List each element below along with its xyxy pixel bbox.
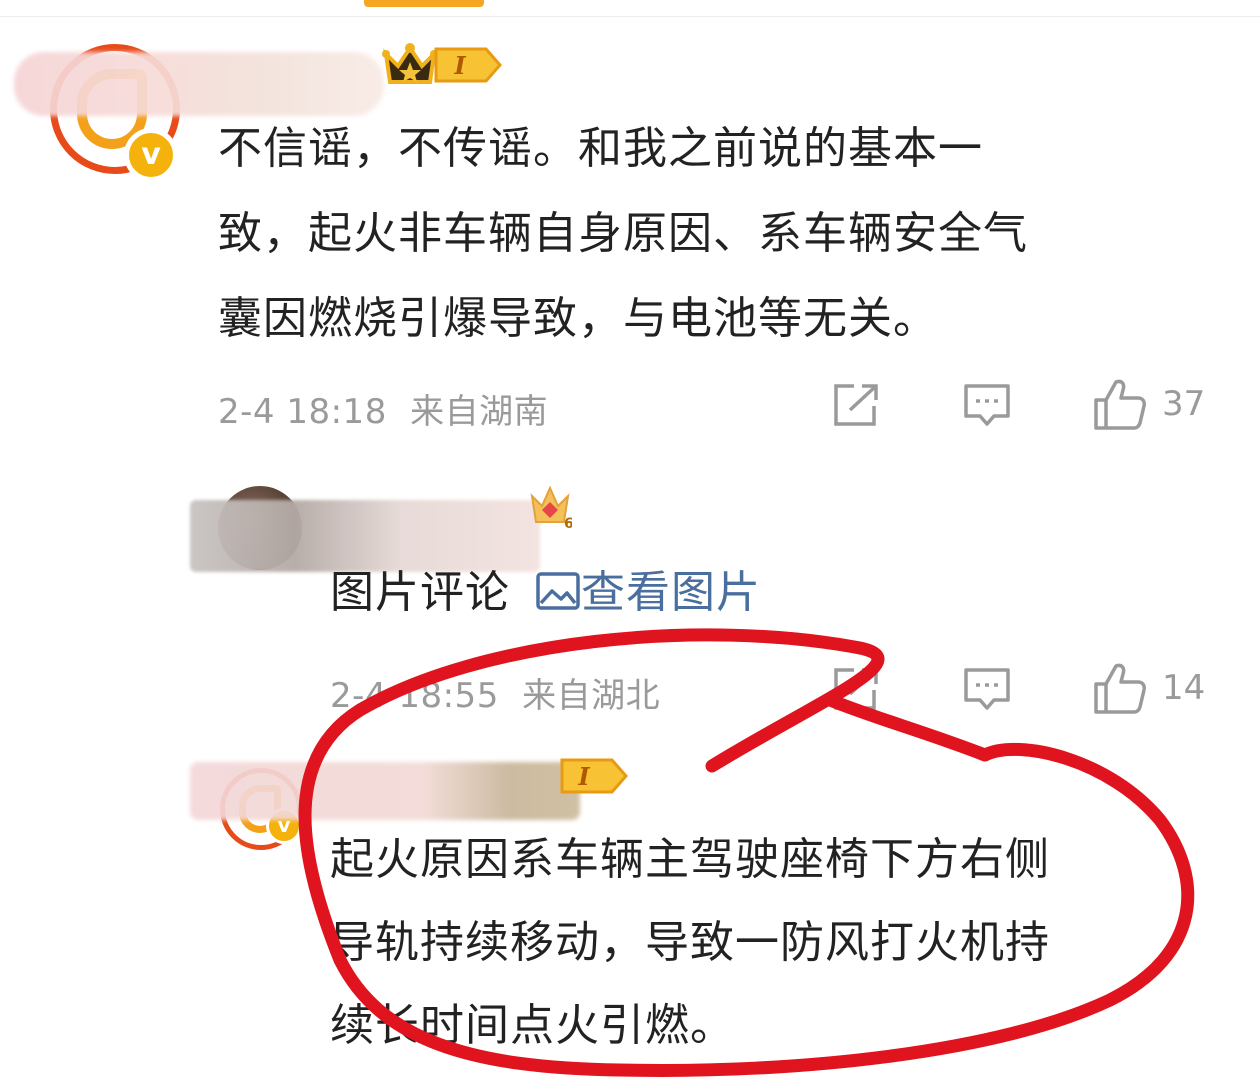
- svg-text:6: 6: [564, 516, 572, 530]
- comment-location: 来自湖南: [410, 392, 549, 432]
- like-count: 37: [1162, 384, 1206, 424]
- member-badge: I: [560, 756, 630, 796]
- top-divider: [0, 16, 1260, 17]
- share-button[interactable]: [830, 382, 880, 428]
- view-image-text[interactable]: 查看图片: [581, 567, 761, 618]
- comment-text: 图片评论 查看图片: [330, 550, 1210, 635]
- crown-icon: 6: [530, 485, 572, 530]
- comment-image-label: 图片评论: [330, 567, 510, 618]
- comment-line-1: 不信谣，不传谣。和我之前说的基本一: [218, 123, 983, 174]
- member-badge: I: [382, 40, 504, 90]
- comment-button[interactable]: [962, 382, 1012, 430]
- comment-line-2: 导轨持续移动，导致一防风打火机持: [330, 917, 1050, 968]
- comment-line-1: 起火原因系车辆主驾驶座椅下方右侧: [330, 834, 1050, 885]
- share-button[interactable]: [830, 666, 880, 712]
- level-badge: I: [434, 47, 502, 83]
- thumbs-up-icon: [1094, 663, 1146, 714]
- comment-icon: [964, 384, 1010, 426]
- comment-meta: 2-4 18:55 来自湖北: [330, 668, 660, 717]
- like-button[interactable]: 37: [1092, 376, 1205, 432]
- top-tab-indicator: [364, 0, 484, 7]
- like-count: 14: [1162, 668, 1206, 708]
- svg-text:I: I: [577, 762, 590, 791]
- share-icon: [834, 668, 878, 710]
- comment-date: 2-4 18:55: [330, 676, 499, 716]
- view-image-link[interactable]: 查看图片: [535, 567, 761, 618]
- level-badge: I: [560, 758, 628, 794]
- comment-line-2: 致，起火非车辆自身原因、系车辆安全气: [218, 208, 1028, 259]
- comment-text: 起火原因系车辆主驾驶座椅下方右侧 导轨持续移动，导致一防风打火机持 续长时间点火…: [330, 818, 1210, 1067]
- comment-date: 2-4 18:18: [218, 392, 387, 432]
- like-button[interactable]: 14: [1092, 660, 1205, 716]
- comment-button[interactable]: [962, 666, 1012, 714]
- verified-v-icon: v: [124, 128, 178, 182]
- thumbs-up-icon: [1094, 379, 1146, 430]
- comment-meta: 2-4 18:18 来自湖南: [218, 384, 548, 433]
- comment-location: 来自湖北: [522, 676, 661, 716]
- svg-text:I: I: [453, 51, 466, 80]
- comment-icon: [964, 668, 1010, 710]
- comment-line-3: 续长时间点火引燃。: [330, 1000, 735, 1051]
- image-icon: [536, 572, 580, 610]
- username-blurred[interactable]: [190, 762, 580, 820]
- comment-text: 不信谣，不传谣。和我之前说的基本一 致，起火非车辆自身原因、系车辆安全气 囊因燃…: [218, 106, 1218, 361]
- comment-line-3: 囊因燃烧引爆导致，与电池等无关。: [218, 293, 938, 344]
- crown-icon: [382, 43, 438, 84]
- share-icon: [834, 384, 878, 426]
